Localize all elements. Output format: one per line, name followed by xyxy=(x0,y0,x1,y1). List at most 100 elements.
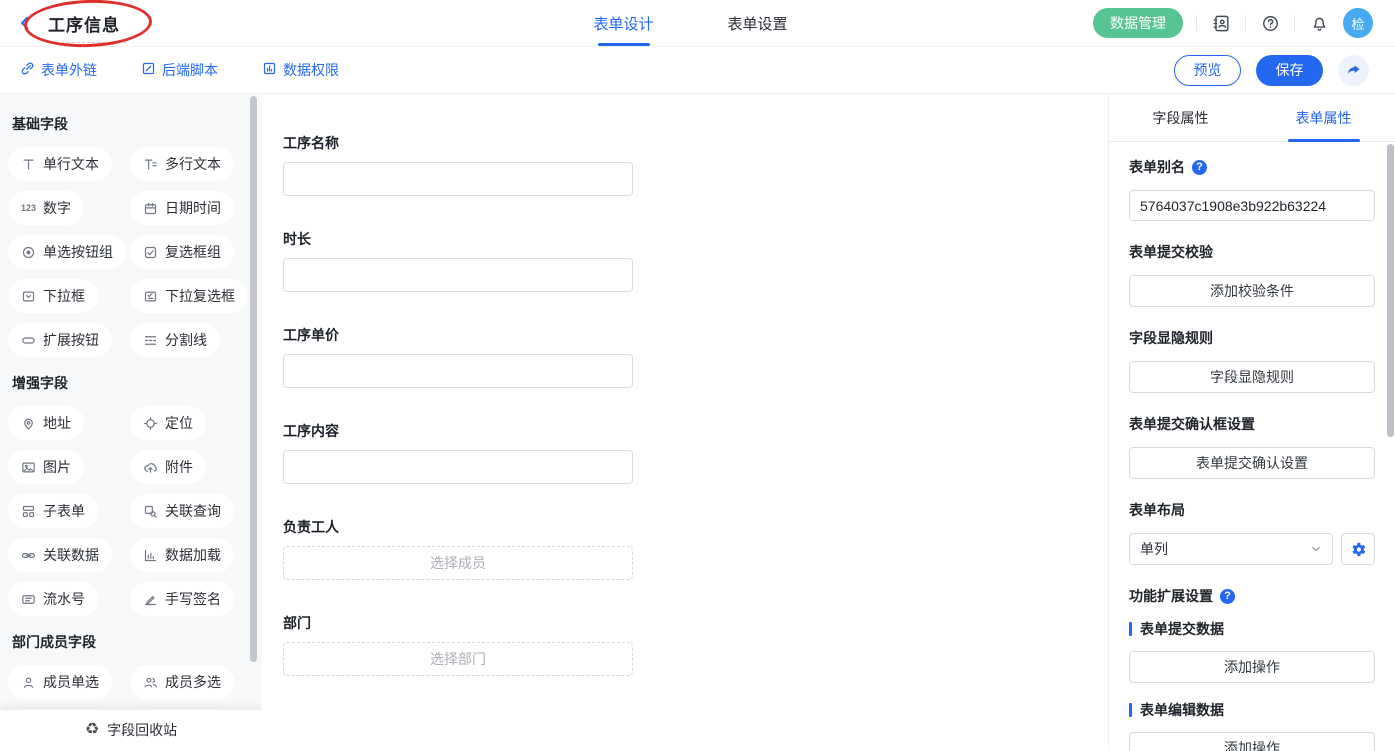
submit-confirm-button[interactable]: 表单提交确认设置 xyxy=(1129,447,1375,479)
field-item-label: 下拉复选框 xyxy=(165,286,235,306)
tab-form-design[interactable]: 表单设计 xyxy=(594,0,654,46)
field-item-datetime[interactable]: 日期时间 xyxy=(130,191,234,225)
divider-icon xyxy=(143,333,158,348)
field-item-linked-query[interactable]: 关联查询 xyxy=(130,494,234,528)
sidebar-scrollbar[interactable] xyxy=(250,96,257,662)
field-item-label: 数据加载 xyxy=(165,545,221,565)
form-toolbar: 表单外链 后端脚本 数据权限 预览 保存 xyxy=(0,47,1395,94)
field-item-attachment[interactable]: 附件 xyxy=(130,450,206,484)
field-item-label: 子表单 xyxy=(43,501,85,521)
field-item-select[interactable]: 下拉框 xyxy=(8,279,98,313)
form-alias-input[interactable]: 5764037c1908e3b922b63224 xyxy=(1129,190,1375,221)
form-field-1[interactable]: 时长 xyxy=(283,229,633,292)
signature-icon xyxy=(143,592,158,607)
single-text-icon xyxy=(21,157,36,172)
share-button[interactable] xyxy=(1338,55,1369,86)
text-input[interactable] xyxy=(283,258,633,292)
main-area: 基础字段单行文本多行文本123数字日期时间单选按钮组复选框组下拉框下拉复选框扩展… xyxy=(0,94,1395,750)
script-icon xyxy=(141,61,156,79)
field-item-extend-button[interactable]: 扩展按钮 xyxy=(8,323,112,357)
preview-button[interactable]: 预览 xyxy=(1174,55,1241,86)
form-field-3[interactable]: 工序内容 xyxy=(283,421,633,484)
edit-data-add-action-button[interactable]: 添加操作 xyxy=(1129,732,1375,751)
text-input[interactable] xyxy=(283,354,633,388)
field-item-data-load[interactable]: 数据加载 xyxy=(130,538,234,572)
field-item-checkbox-group[interactable]: 复选框组 xyxy=(130,235,234,269)
recycle-label: 字段回收站 xyxy=(107,720,177,740)
field-item-label: 地址 xyxy=(43,413,71,433)
field-item-divider[interactable]: 分割线 xyxy=(130,323,220,357)
field-item-signature[interactable]: 手写签名 xyxy=(130,582,234,616)
save-button[interactable]: 保存 xyxy=(1256,55,1323,86)
field-item-address[interactable]: 地址 xyxy=(8,406,84,440)
field-item-image[interactable]: 图片 xyxy=(8,450,84,484)
field-item-label: 手写签名 xyxy=(165,589,221,609)
form-field-5[interactable]: 部门选择部门 xyxy=(283,613,633,676)
divider xyxy=(1196,15,1197,31)
tab-field-properties[interactable]: 字段属性 xyxy=(1109,94,1252,141)
checkbox-group-icon xyxy=(143,245,158,260)
backend-script[interactable]: 后端脚本 xyxy=(141,60,218,80)
field-item-subform[interactable]: 子表单 xyxy=(8,494,98,528)
tab-form-properties[interactable]: 表单属性 xyxy=(1252,94,1395,141)
field-item-label: 关联查询 xyxy=(165,501,221,521)
field-item-multi-select[interactable]: 下拉复选框 xyxy=(130,279,248,313)
form-external-link[interactable]: 表单外链 xyxy=(20,60,97,80)
group-marker xyxy=(1129,703,1132,717)
data-load-icon xyxy=(143,548,158,563)
field-item-location[interactable]: 定位 xyxy=(130,406,206,440)
field-recycle-bin[interactable]: ♻ 字段回收站 xyxy=(0,710,262,750)
subform-icon xyxy=(21,504,36,519)
data-manage-button[interactable]: 数据管理 xyxy=(1093,8,1183,38)
field-item-label: 单行文本 xyxy=(43,154,99,174)
add-validation-button[interactable]: 添加校验条件 xyxy=(1129,275,1375,307)
layout-select[interactable]: 单列 xyxy=(1129,533,1333,565)
field-item-label: 复选框组 xyxy=(165,242,221,262)
help-icon[interactable]: ? xyxy=(1220,589,1235,604)
properties-panel: 字段属性 表单属性 表单别名 ? 5764037c1908e3b922b6322… xyxy=(1108,94,1395,750)
submit-data-add-action-button[interactable]: 添加操作 xyxy=(1129,651,1375,683)
layout-settings-button[interactable] xyxy=(1341,533,1375,565)
notification-bell-icon[interactable] xyxy=(1308,12,1330,34)
submit-data-group-label: 表单提交数据 xyxy=(1129,619,1375,639)
field-item-radio-group[interactable]: 单选按钮组 xyxy=(8,235,126,269)
contacts-icon[interactable] xyxy=(1210,12,1232,34)
toolbar-link-label: 表单外链 xyxy=(41,60,97,80)
field-item-multi-text[interactable]: 多行文本 xyxy=(130,147,234,181)
field-item-member-single[interactable]: 成员单选 xyxy=(8,665,112,699)
visibility-rules-button[interactable]: 字段显隐规则 xyxy=(1129,361,1375,393)
external-link-icon xyxy=(20,61,35,79)
help-icon[interactable]: ? xyxy=(1192,160,1207,175)
form-field-0[interactable]: 工序名称 xyxy=(283,133,633,196)
extension-settings-label: 功能扩展设置 ? xyxy=(1129,586,1375,606)
recycle-icon: ♻ xyxy=(85,722,99,738)
field-item-member-multi[interactable]: 成员多选 xyxy=(130,665,234,699)
toolbar-link-label: 数据权限 xyxy=(283,60,339,80)
section-title: 部门成员字段 xyxy=(12,632,254,652)
avatar[interactable]: 检 xyxy=(1343,8,1373,38)
data-permission[interactable]: 数据权限 xyxy=(262,60,339,80)
toolbar-link-label: 后端脚本 xyxy=(162,60,218,80)
member-single-icon xyxy=(21,675,36,690)
field-item-serial-number[interactable]: 流水号 xyxy=(8,582,98,616)
field-item-number[interactable]: 123数字 xyxy=(8,191,84,225)
text-input[interactable] xyxy=(283,162,633,196)
app-header: 工序信息 表单设计 表单设置 数据管理 检 xyxy=(0,0,1395,47)
multi-select-icon xyxy=(143,289,158,304)
window-scrollbar[interactable] xyxy=(1387,144,1394,437)
tab-form-settings[interactable]: 表单设置 xyxy=(728,0,788,46)
text-input[interactable] xyxy=(283,450,633,484)
field-item-single-text[interactable]: 单行文本 xyxy=(8,147,112,181)
page-title: 工序信息 xyxy=(48,16,120,35)
field-item-linked-data[interactable]: 关联数据 xyxy=(8,538,112,572)
member-picker[interactable]: 选择成员 xyxy=(283,546,633,580)
form-field-4[interactable]: 负责工人选择成员 xyxy=(283,517,633,580)
group-marker xyxy=(1129,622,1132,636)
back-icon[interactable] xyxy=(14,12,36,34)
field-label: 负责工人 xyxy=(283,517,633,537)
help-icon[interactable] xyxy=(1259,12,1281,34)
field-palette-sidebar: 基础字段单行文本多行文本123数字日期时间单选按钮组复选框组下拉框下拉复选框扩展… xyxy=(0,94,262,750)
form-field-2[interactable]: 工序单价 xyxy=(283,325,633,388)
divider xyxy=(1294,15,1295,31)
department-picker[interactable]: 选择部门 xyxy=(283,642,633,676)
